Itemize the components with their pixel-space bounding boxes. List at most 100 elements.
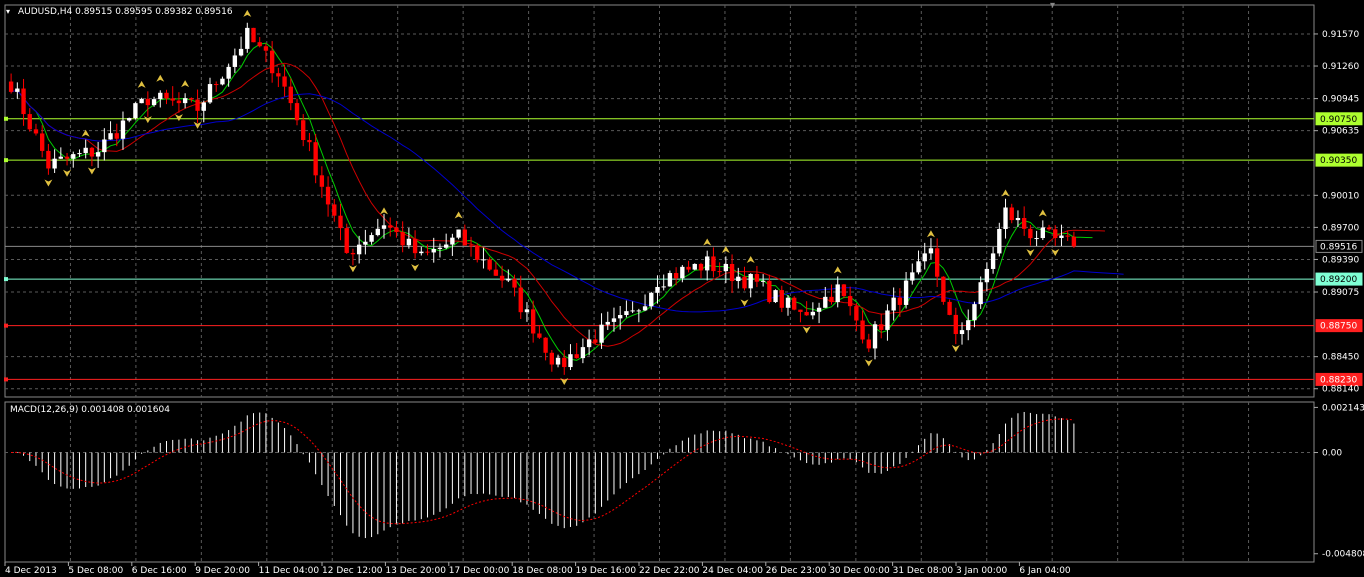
candle-body <box>406 238 412 246</box>
candle-body <box>83 147 88 154</box>
candle-body <box>182 98 188 104</box>
fractal-down-icon <box>63 169 72 177</box>
price-tick-label: 0.88450 <box>1322 353 1359 363</box>
bull-candle <box>1034 230 1039 247</box>
candle-body <box>400 232 405 246</box>
candle-body <box>95 152 101 157</box>
candle-body <box>748 273 753 289</box>
caret-down-icon[interactable]: ▾ <box>6 7 10 16</box>
bull-candle <box>245 22 250 53</box>
bear-candle <box>475 243 480 263</box>
candle-body <box>493 269 499 276</box>
fractal-down-icon <box>411 264 420 272</box>
candle-body <box>953 314 958 335</box>
candle-body <box>829 296 834 303</box>
candle-body <box>847 296 853 307</box>
fractal-down-icon <box>864 359 873 367</box>
candle-body <box>375 228 380 236</box>
bear-candle <box>574 342 579 359</box>
candle-body <box>27 114 32 130</box>
candle-body <box>568 354 573 368</box>
fractal-up-icon <box>1001 189 1010 197</box>
candle-body <box>593 339 598 343</box>
bear-candle <box>276 67 281 88</box>
candle-body <box>64 156 70 159</box>
fractal-up-icon <box>703 238 712 246</box>
bear-candle <box>866 333 871 353</box>
candle-body <box>698 263 704 271</box>
bull-candle <box>102 128 107 161</box>
bear-candle <box>779 285 784 313</box>
candle-body <box>356 244 362 255</box>
bear-candle <box>214 81 219 92</box>
candle-body <box>680 266 685 279</box>
time-axis-label: 26 Dec 23:00 <box>766 566 827 576</box>
candle-body <box>1009 207 1014 221</box>
bull-candle <box>182 93 188 109</box>
candle-body <box>21 88 26 115</box>
candle-body <box>195 99 200 111</box>
fractal-down-icon <box>802 326 811 334</box>
candle-body <box>325 186 331 205</box>
candle-body <box>139 98 144 104</box>
candle-body <box>232 55 238 67</box>
bull-candle <box>642 294 648 312</box>
candle-body <box>425 251 430 253</box>
trading-chart[interactable]: 0.907500.903500.895160.892000.887500.882… <box>0 0 1364 577</box>
bull-candle <box>630 301 635 314</box>
candle-body <box>344 228 349 253</box>
bear-candle <box>499 265 505 288</box>
bear-candle <box>46 143 51 175</box>
horizontal-levels[interactable]: 0.907500.903500.895160.892000.887500.882… <box>4 112 1363 386</box>
candle-body <box>841 284 847 297</box>
bull-candle <box>928 238 934 260</box>
candle-body <box>71 154 76 159</box>
bull-candle <box>431 237 436 263</box>
bull-candle <box>120 111 126 150</box>
candle-body <box>499 275 505 281</box>
bull-candle <box>1003 198 1008 239</box>
bear-candle <box>947 299 952 316</box>
candle-body <box>673 273 679 279</box>
candle-body <box>792 297 797 310</box>
time-axis-label: 19 Dec 16:00 <box>576 566 637 576</box>
fractal-up-icon <box>137 80 146 88</box>
bull-candle <box>972 301 977 328</box>
bear-candle <box>1009 203 1014 224</box>
symbol-header: AUDUSD,H4 0.89515 0.89595 0.89382 0.8951… <box>18 7 233 17</box>
candle-body <box>1015 218 1021 221</box>
candle-body <box>269 50 275 74</box>
candle-body <box>487 259 492 270</box>
candle-body <box>207 84 213 103</box>
bear-candle <box>537 326 542 339</box>
candle-body <box>636 310 642 312</box>
candle-body <box>263 46 269 51</box>
fractal-down-icon <box>174 114 183 122</box>
candle-body <box>201 102 206 111</box>
bull-candle <box>667 270 673 287</box>
time-axis-label: 30 Dec 00:00 <box>829 566 890 576</box>
chart-shift-marker-icon[interactable]: ▾ <box>1050 0 1055 11</box>
bull-candle <box>406 227 412 249</box>
bear-candle <box>145 91 151 117</box>
candle-body <box>524 309 530 313</box>
candle-body <box>537 333 542 338</box>
bear-candle <box>164 89 169 105</box>
ma-fast-line <box>10 42 1093 361</box>
candle-body <box>1040 227 1045 239</box>
candle-body <box>282 76 287 87</box>
bear-candle <box>294 98 300 126</box>
candle-body <box>251 27 256 43</box>
candle-body <box>642 306 648 311</box>
candle-body <box>468 245 474 247</box>
candle-body <box>319 175 325 187</box>
candle-body <box>760 280 766 282</box>
candle-body <box>866 339 871 349</box>
time-axis-label: 9 Dec 20:00 <box>195 566 250 576</box>
bear-candle <box>195 89 200 123</box>
bull-candle <box>605 311 610 330</box>
bull-candle <box>381 213 387 239</box>
candle-body <box>879 324 884 330</box>
bull-candle <box>661 274 666 291</box>
bear-candle <box>698 262 704 279</box>
